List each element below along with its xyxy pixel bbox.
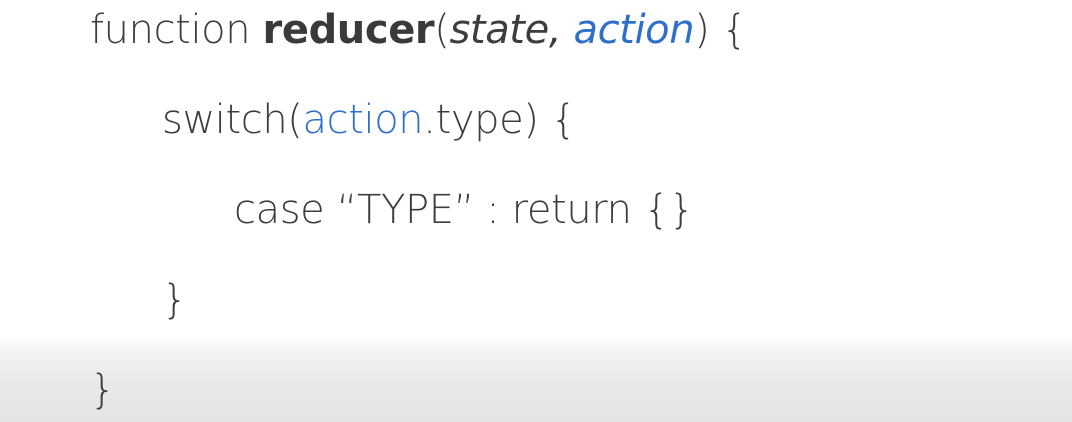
keyword-switch: switch(: [162, 97, 303, 143]
switch-object-action: action: [302, 97, 424, 143]
code-line-case: case “TYPE” : return {}: [234, 187, 694, 233]
param-separator: ,: [548, 7, 574, 53]
param-state: state: [449, 7, 549, 53]
param-action: action: [573, 7, 695, 53]
code-line-switch: switch(action.type) {: [162, 92, 576, 148]
code-line-switch-close: }: [162, 277, 188, 323]
function-name: reducer: [262, 7, 435, 53]
keyword-function: function: [90, 7, 263, 53]
code-line-function-declaration: function reducer(state, action) {: [90, 2, 747, 58]
code-slide: function reducer(state, action) { switch…: [0, 0, 1072, 422]
close-paren-brace: ) {: [694, 7, 747, 53]
code-line-function-close: }: [90, 367, 116, 413]
open-paren: (: [434, 7, 450, 53]
switch-rest: .type) {: [423, 97, 576, 143]
